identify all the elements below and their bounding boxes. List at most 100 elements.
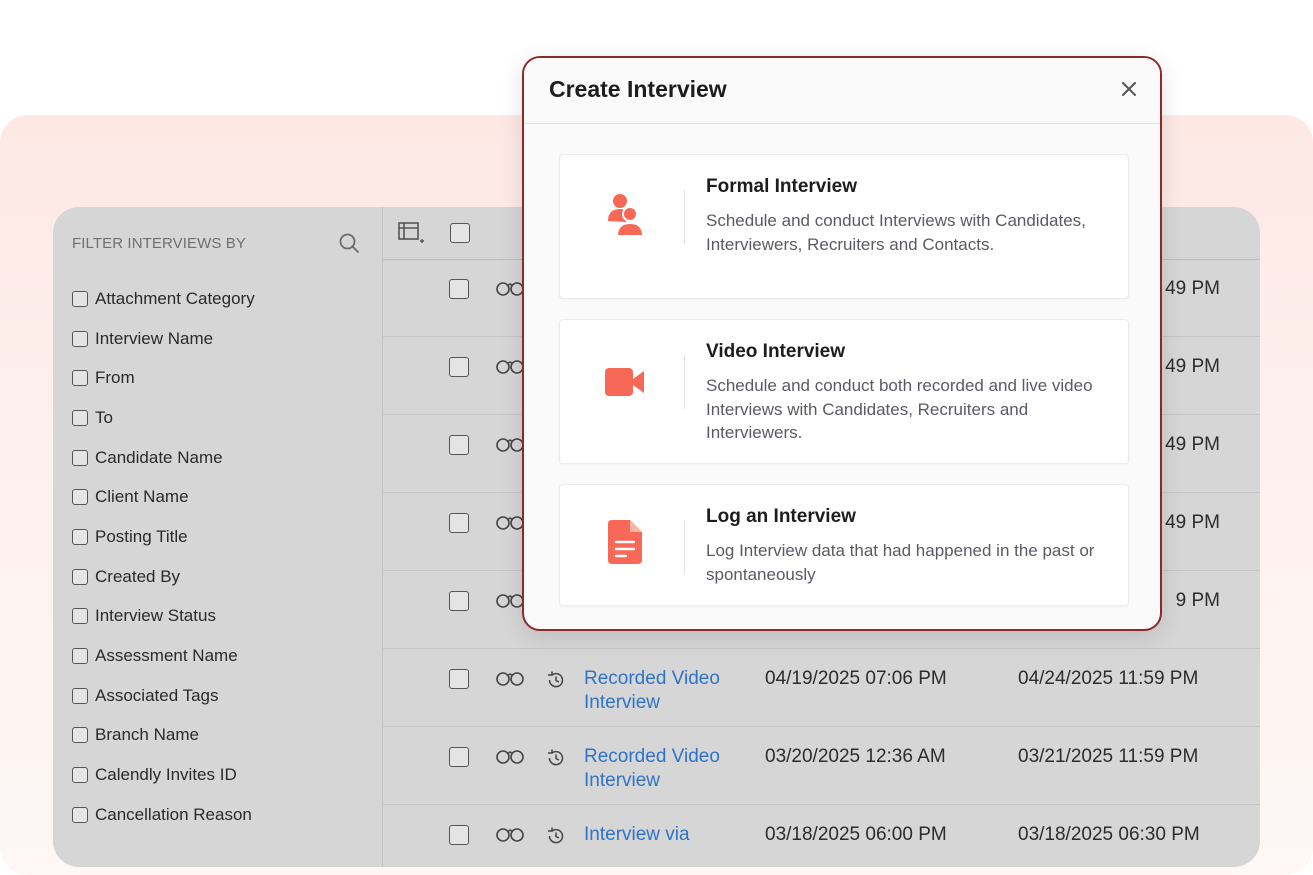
column-chooser-icon[interactable] xyxy=(397,220,425,246)
option-description: Schedule and conduct Interviews with Can… xyxy=(706,211,1086,254)
filter-item-label: Calendly Invites ID xyxy=(95,765,237,785)
filter-item-cancellation-reason[interactable]: Cancellation Reason xyxy=(72,795,255,835)
filter-item-associated-tags[interactable]: Associated Tags xyxy=(72,676,255,716)
binoculars-icon[interactable] xyxy=(495,280,525,296)
row-checkbox[interactable] xyxy=(449,825,469,845)
filter-item-created-by[interactable]: Created By xyxy=(72,557,255,597)
option-divider xyxy=(684,355,685,409)
checkbox[interactable] xyxy=(72,330,88,347)
log-interview-option[interactable]: Log an Interview Log Interview data that… xyxy=(559,484,1129,606)
filter-item-label: Created By xyxy=(95,566,181,586)
filter-item-client-name[interactable]: Client Name xyxy=(72,477,255,517)
row-to: 49 PM xyxy=(1165,278,1220,299)
option-description: Log Interview data that had happened in … xyxy=(706,541,1095,584)
checkbox[interactable] xyxy=(72,727,88,744)
filter-item-branch-name[interactable]: Branch Name xyxy=(72,716,255,756)
row-from: 03/18/2025 06:00 PM xyxy=(765,824,947,845)
binoculars-icon[interactable] xyxy=(495,514,525,530)
document-icon xyxy=(605,519,645,565)
filter-item-label: Attachment Category xyxy=(95,288,255,308)
option-title: Log an Interview xyxy=(706,506,856,527)
select-all-checkbox[interactable] xyxy=(450,223,470,243)
create-interview-modal: Create Interview Formal Interview Schedu… xyxy=(522,56,1162,631)
row-from: 04/19/2025 07:06 PM xyxy=(765,668,947,689)
row-checkbox[interactable] xyxy=(449,279,469,299)
row-checkbox[interactable] xyxy=(449,357,469,377)
row-interview-type-link[interactable]: Interview via xyxy=(584,823,744,847)
checkbox[interactable] xyxy=(72,648,88,665)
history-icon[interactable] xyxy=(546,670,566,690)
filter-title: FILTER INTERVIEWS BY xyxy=(72,234,246,252)
filter-item-interview-name[interactable]: Interview Name xyxy=(72,319,255,359)
table-row[interactable]: Recorded Video Interview 03/20/2025 12:3… xyxy=(383,727,1260,805)
filter-item-label: Branch Name xyxy=(95,725,199,745)
binoculars-icon[interactable] xyxy=(495,826,525,842)
filter-item-label: Candidate Name xyxy=(95,447,223,467)
filter-header: FILTER INTERVIEWS BY xyxy=(72,233,360,253)
history-icon[interactable] xyxy=(546,826,566,846)
checkbox[interactable] xyxy=(72,568,88,585)
formal-interview-option[interactable]: Formal Interview Schedule and conduct In… xyxy=(559,154,1129,299)
row-to: 49 PM xyxy=(1165,356,1220,377)
checkbox[interactable] xyxy=(72,489,88,506)
binoculars-icon[interactable] xyxy=(495,358,525,374)
filter-item-label: Assessment Name xyxy=(95,646,238,666)
table-row[interactable]: Interview via 03/18/2025 06:00 PM 03/18/… xyxy=(383,805,1260,867)
option-description: Schedule and conduct both recorded and l… xyxy=(706,376,1093,442)
modal-title: Create Interview xyxy=(549,76,727,102)
filter-item-label: Cancellation Reason xyxy=(95,804,252,824)
video-interview-option[interactable]: Video Interview Schedule and conduct bot… xyxy=(559,319,1129,464)
checkbox[interactable] xyxy=(72,608,88,625)
row-interview-type-link[interactable]: Recorded Video Interview xyxy=(584,745,744,793)
row-from: 03/20/2025 12:36 AM xyxy=(765,746,946,767)
table-row[interactable]: Recorded Video Interview 04/19/2025 07:0… xyxy=(383,649,1260,727)
filter-item-attachment-category[interactable]: Attachment Category xyxy=(72,279,255,319)
people-icon xyxy=(605,192,645,238)
checkbox[interactable] xyxy=(72,449,88,466)
filter-item-label: Interview Status xyxy=(95,606,216,626)
search-icon[interactable] xyxy=(338,232,360,254)
filter-list: Attachment Category Interview Name From … xyxy=(72,279,255,835)
checkbox[interactable] xyxy=(72,290,88,307)
row-checkbox[interactable] xyxy=(449,513,469,533)
row-to: 9 PM xyxy=(1175,590,1220,611)
row-checkbox[interactable] xyxy=(449,435,469,455)
binoculars-icon[interactable] xyxy=(495,748,525,764)
video-camera-icon xyxy=(605,359,645,405)
row-checkbox[interactable] xyxy=(449,591,469,611)
filter-item-candidate-name[interactable]: Candidate Name xyxy=(72,438,255,478)
row-to: 49 PM xyxy=(1165,434,1220,455)
binoculars-icon[interactable] xyxy=(495,592,525,608)
checkbox[interactable] xyxy=(72,370,88,387)
checkbox[interactable] xyxy=(72,409,88,426)
option-title: Formal Interview xyxy=(706,176,857,197)
filter-item-label: From xyxy=(95,368,135,388)
checkbox[interactable] xyxy=(72,528,88,545)
option-divider xyxy=(684,520,685,574)
filter-item-label: Client Name xyxy=(95,487,189,507)
filter-item-label: To xyxy=(95,407,113,427)
filter-item-interview-status[interactable]: Interview Status xyxy=(72,597,255,637)
row-to: 03/18/2025 06:30 PM xyxy=(1018,824,1200,845)
row-to: 03/21/2025 11:59 PM xyxy=(1018,746,1199,767)
row-checkbox[interactable] xyxy=(449,747,469,767)
binoculars-icon[interactable] xyxy=(495,436,525,452)
row-interview-type-link[interactable]: Recorded Video Interview xyxy=(584,667,744,715)
filter-sidebar: FILTER INTERVIEWS BY Attachment Category… xyxy=(53,207,383,867)
checkbox[interactable] xyxy=(72,806,88,823)
history-icon[interactable] xyxy=(546,748,566,768)
option-divider xyxy=(684,190,685,244)
row-to: 04/24/2025 11:59 PM xyxy=(1018,668,1199,689)
filter-item-assessment-name[interactable]: Assessment Name xyxy=(72,636,255,676)
filter-item-to[interactable]: To xyxy=(72,398,255,438)
checkbox[interactable] xyxy=(72,767,88,784)
filter-item-from[interactable]: From xyxy=(72,358,255,398)
modal-header: Create Interview xyxy=(524,58,1160,124)
binoculars-icon[interactable] xyxy=(495,670,525,686)
filter-item-calendly-invites-id[interactable]: Calendly Invites ID xyxy=(72,755,255,795)
close-icon[interactable] xyxy=(1120,80,1138,98)
checkbox[interactable] xyxy=(72,687,88,704)
row-checkbox[interactable] xyxy=(449,669,469,689)
row-to: 49 PM xyxy=(1165,512,1220,533)
filter-item-posting-title[interactable]: Posting Title xyxy=(72,517,255,557)
